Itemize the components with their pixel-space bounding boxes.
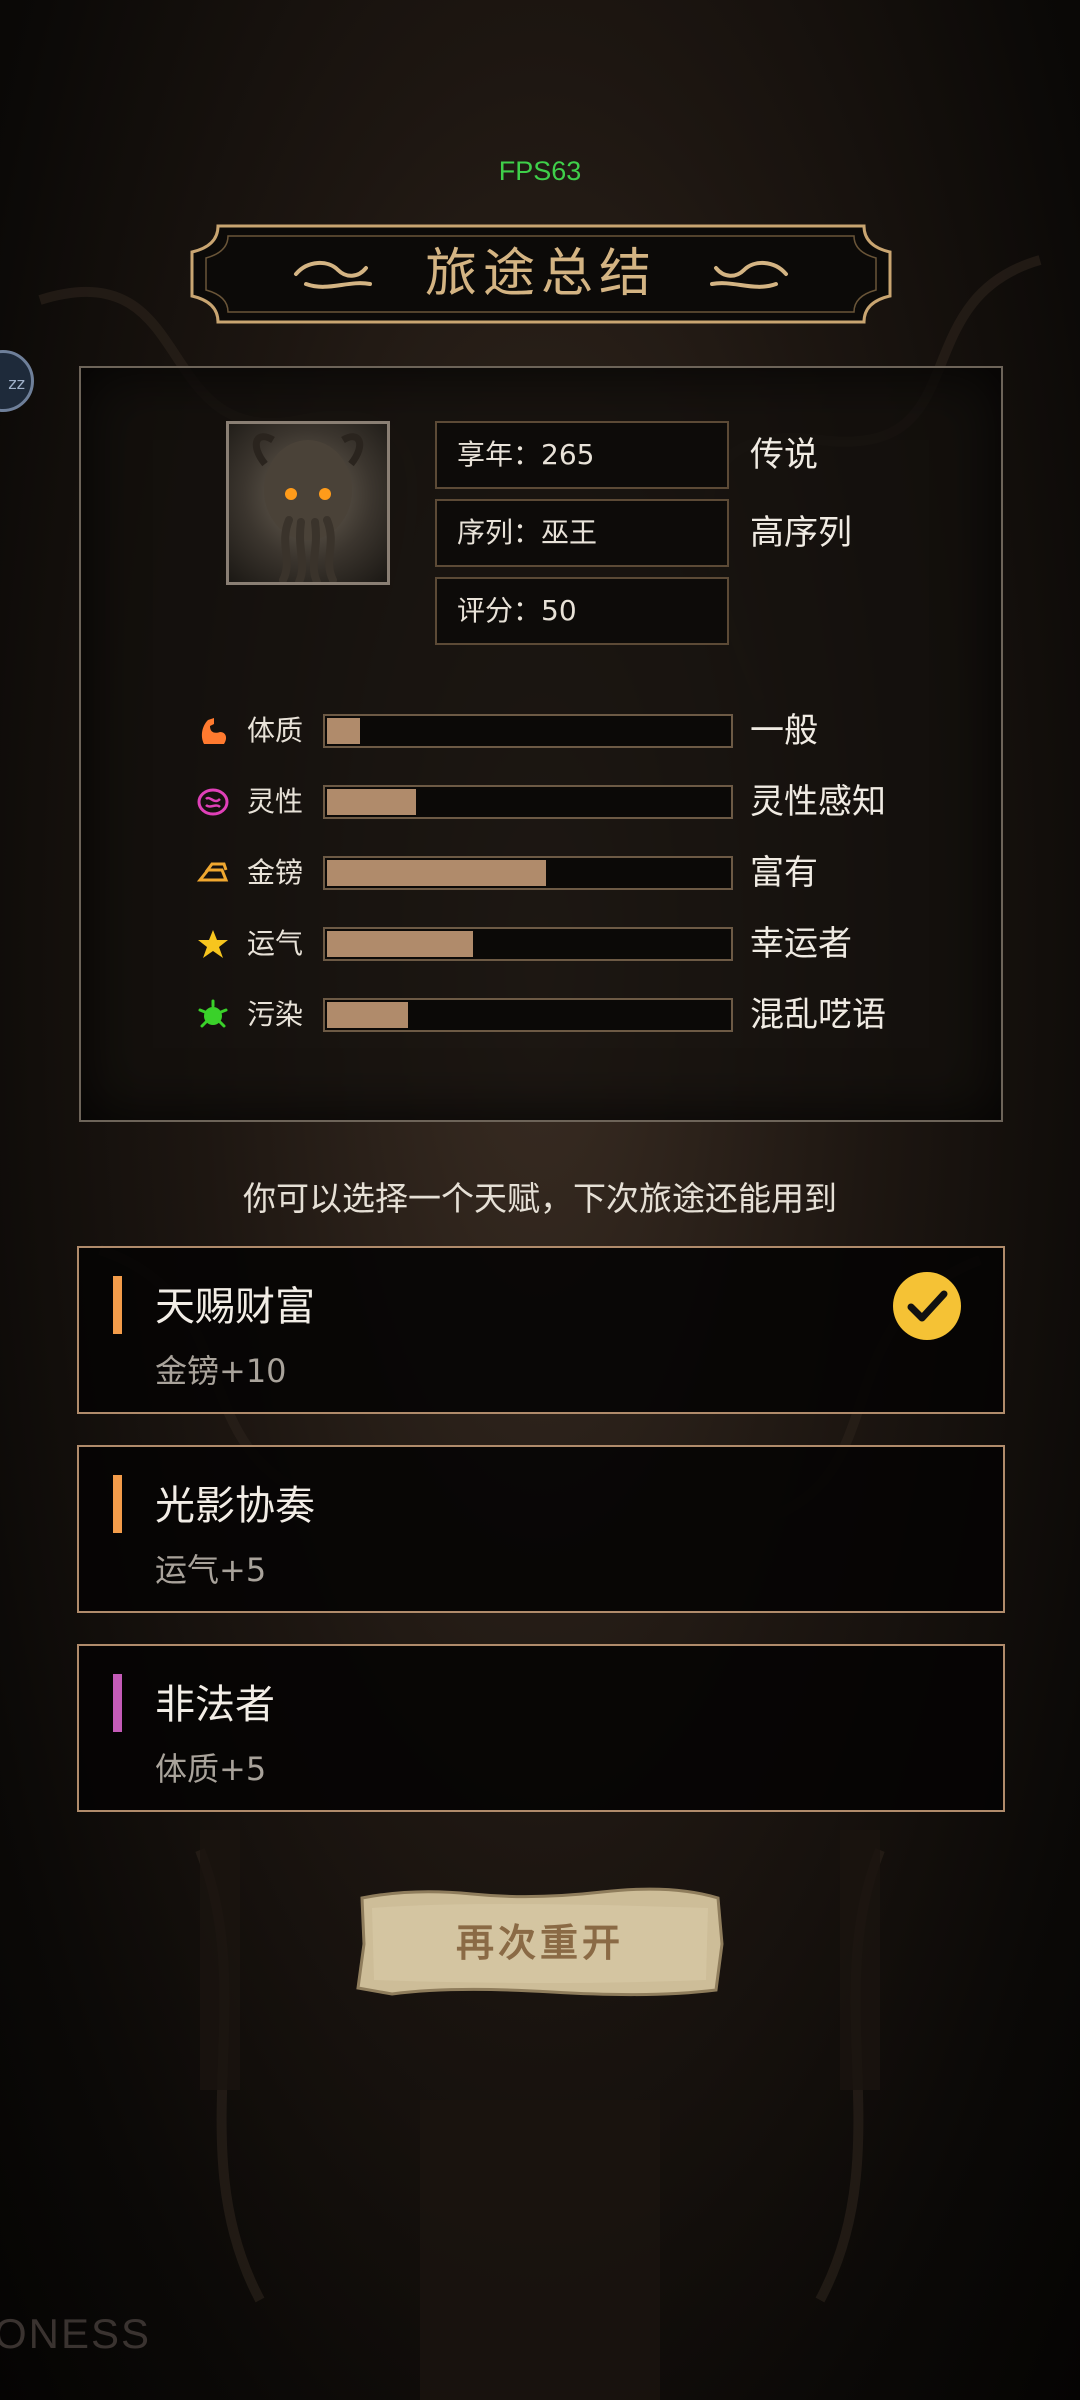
stat-label-luck: 运气 [247,927,304,960]
stat-label-pounds: 金镑 [247,856,304,889]
brain-icon [197,788,229,816]
talent-effect: 金镑+10 [155,1352,287,1390]
talent-card-3[interactable]: 非法者 体质+5 [77,1644,1005,1812]
star-icon [198,930,228,958]
title-banner: 旅途总结 [188,222,894,326]
stat-fill-luck [327,931,474,957]
stat-fill-spirit [327,789,417,815]
stat-desc-luck: 幸运者 [750,924,852,964]
talent-name: 光影协奏 [155,1483,315,1529]
fps-counter: FPS63 [498,156,582,186]
stat-label-physique: 体质 [247,714,304,747]
talent-effect: 运气+5 [155,1551,267,1589]
cthulhu-portrait-icon [252,433,364,582]
info-age-tag: 传说 [750,435,818,475]
info-score: 评分：50 [435,577,729,645]
talent-effect: 体质+5 [155,1750,267,1788]
stat-desc-physique: 一般 [750,711,818,751]
talent-card-1[interactable]: 天赐财富 金镑+10 [77,1246,1005,1414]
stat-bar-luck [323,927,733,961]
gold-bars-icon [196,862,229,882]
talent-name: 天赐财富 [155,1284,315,1330]
check-icon [893,1272,961,1340]
germ-icon [198,999,228,1028]
stat-label-pollution: 污染 [247,998,304,1031]
stat-bar-spirit [323,785,733,819]
stat-fill-physique [327,718,360,744]
stat-fill-pounds [327,860,547,886]
stat-bar-physique [323,714,733,748]
talent-card-2[interactable]: 光影协奏 运气+5 [77,1445,1005,1613]
talent-hint: 你可以选择一个天赋，下次旅途还能用到 [243,1179,837,1218]
info-sequence: 序列：巫王 [435,499,729,567]
restart-button[interactable]: 再次重开 [352,1886,728,2000]
page-title: 旅途总结 [424,244,657,304]
info-sequence-tag: 高序列 [750,513,852,553]
stat-fill-pollution [327,1002,409,1028]
stat-bar-pollution [323,998,733,1032]
talent-name: 非法者 [155,1682,275,1728]
restart-label: 再次重开 [455,1920,624,1965]
stat-label-spirit: 灵性 [247,785,304,818]
stat-desc-spirit: 灵性感知 [750,782,886,822]
stat-desc-pollution: 混乱呓语 [750,995,886,1035]
watermark-text: ONESS [0,2310,152,2357]
flexed-arm-icon [201,718,227,744]
talent-accent-bar [113,1674,122,1732]
stat-bar-pounds [323,856,733,890]
stat-desc-pounds: 富有 [750,853,818,893]
talent-accent-bar [113,1276,122,1334]
info-age: 享年：265 [435,421,729,489]
talent-accent-bar [113,1475,122,1533]
character-portrait [226,421,390,585]
floating-bubble[interactable]: zz [0,350,34,412]
